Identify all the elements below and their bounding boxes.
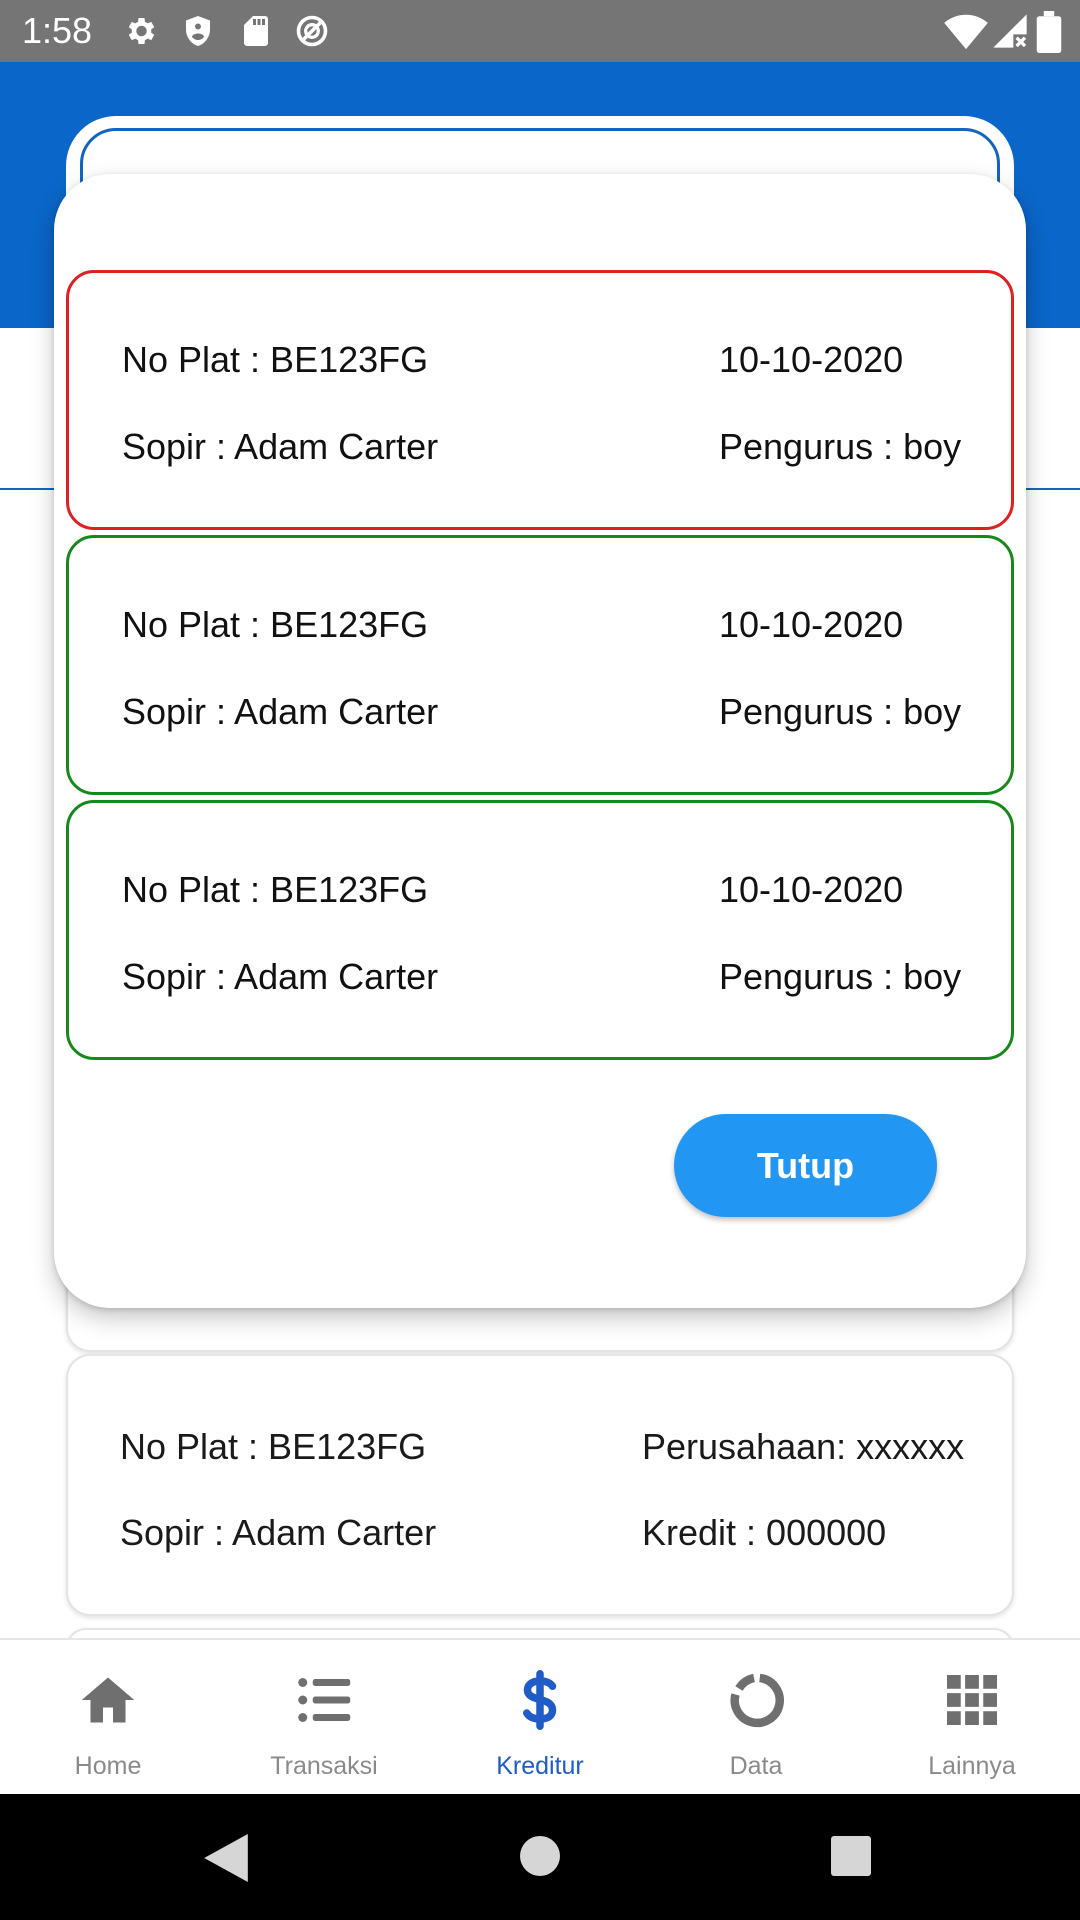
list-icon: [298, 1678, 351, 1722]
wifi-icon: [944, 14, 988, 50]
donut-icon: [730, 1673, 784, 1728]
home-circle-icon[interactable]: [520, 1836, 560, 1876]
plate-text: No Plat : BE123FG: [120, 1426, 427, 1467]
list-item[interactable]: No Plat : BE123FG Sopir : Adam Carter 10…: [66, 800, 1014, 1060]
close-button[interactable]: Tutup: [674, 1114, 937, 1217]
nav-label: Kreditur: [496, 1752, 584, 1780]
sd-card-icon: [244, 16, 268, 46]
recents-icon[interactable]: [831, 1836, 871, 1876]
plate-text: No Plat : BE123FG: [122, 339, 429, 380]
driver-text: Sopir : Adam Carter: [122, 956, 439, 997]
nav-label: Lainnya: [928, 1752, 1016, 1780]
date-text: 10-10-2020: [719, 339, 904, 380]
status-bar: 1:58: [0, 0, 1080, 62]
date-text: 10-10-2020: [719, 869, 904, 910]
list-item[interactable]: No Plat : BE123FG Sopir : Adam Carter 10…: [66, 535, 1014, 795]
nav-label: Home: [74, 1752, 142, 1780]
battery-icon: [1036, 11, 1062, 53]
nav-lainnya[interactable]: Lainnya: [864, 1640, 1080, 1796]
nav-home[interactable]: Home: [0, 1640, 216, 1796]
bottom-nav: Home Transaksi Kreditur Data Lainnya: [0, 1638, 1080, 1794]
date-text: 10-10-2020: [719, 604, 904, 645]
dollar-icon: [523, 1670, 557, 1730]
list-item[interactable]: No Plat : BE123FG Perusahaan: xxxxxx Sop…: [66, 1354, 1014, 1616]
plate-text: No Plat : BE123FG: [122, 869, 429, 910]
system-nav-bar: [0, 1794, 1080, 1920]
list-item[interactable]: No Plat : BE123FG Sopir : Adam Carter 10…: [66, 270, 1014, 530]
nav-data[interactable]: Data: [648, 1640, 864, 1796]
settings-icon: [128, 17, 155, 45]
shield-icon: [186, 16, 210, 46]
divider: [1026, 488, 1080, 490]
nav-kreditur[interactable]: Kreditur: [432, 1640, 648, 1796]
nav-label: Data: [729, 1752, 783, 1780]
grid-icon: [947, 1675, 997, 1725]
driver-text: Sopir : Adam Carter: [122, 691, 439, 732]
nav-label: Transaksi: [270, 1752, 378, 1780]
home-icon: [81, 1677, 135, 1723]
divider: [0, 488, 54, 490]
manager-text: Pengurus : boy: [719, 426, 962, 467]
manager-text: Pengurus : boy: [719, 956, 962, 997]
status-time: 1:58: [22, 10, 93, 51]
nav-transaksi[interactable]: Transaksi: [216, 1640, 432, 1796]
no-disturb-icon: [296, 15, 328, 47]
driver-text: Sopir : Adam Carter: [122, 426, 439, 467]
plate-text: No Plat : BE123FG: [122, 604, 429, 645]
history-dialog: No Plat : BE123FG Sopir : Adam Carter 10…: [54, 174, 1026, 1308]
company-text: Perusahaan: xxxxxx: [642, 1426, 965, 1467]
back-icon[interactable]: [204, 1834, 248, 1882]
credit-text: Kredit : 000000: [642, 1512, 887, 1553]
signal-icon: [993, 14, 1027, 48]
manager-text: Pengurus : boy: [719, 691, 962, 732]
driver-text: Sopir : Adam Carter: [120, 1512, 437, 1553]
